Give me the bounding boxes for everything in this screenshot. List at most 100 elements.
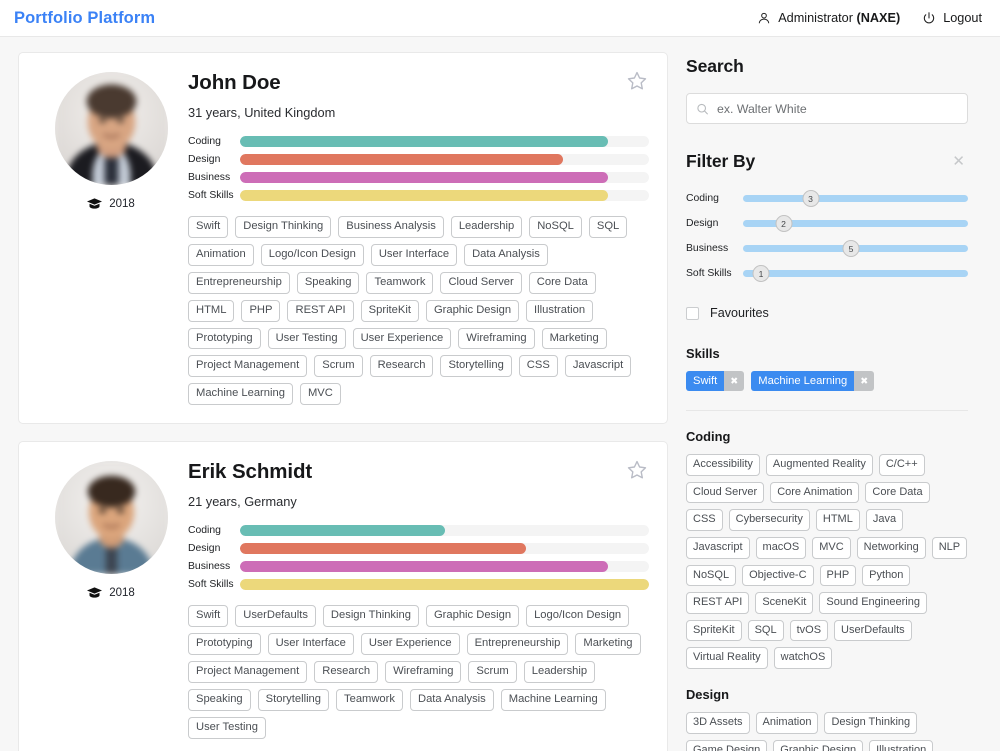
selected-skill-chip[interactable]: Machine Learning ✖ [751,371,875,391]
profile-tag[interactable]: Project Management [188,660,308,683]
skill-tag[interactable]: Game Design [686,739,768,751]
profile-tag[interactable]: Scrum [314,355,363,378]
skill-tag[interactable]: NLP [931,536,968,559]
filter-slider[interactable]: 3 [743,189,968,209]
skill-tag[interactable]: Python [862,564,911,587]
profile-tag[interactable]: Research [314,660,379,683]
skill-tag[interactable]: 3D Assets [686,712,750,734]
profile-tag[interactable]: NoSQL [529,216,582,238]
skill-tag[interactable]: HTML [815,509,860,531]
profile-tag[interactable]: Wireframing [385,660,462,683]
skill-tag[interactable]: Core Animation [770,481,860,504]
skill-tag[interactable]: Accessibility [686,454,760,476]
profile-tag[interactable]: Teamwork [336,688,403,711]
profile-tag[interactable]: Design Thinking [322,605,419,627]
profile-tag[interactable]: Leadership [523,660,596,683]
favourites-checkbox[interactable] [686,306,699,320]
slider-thumb[interactable]: 5 [842,240,860,257]
skill-tag[interactable]: Graphic Design [773,739,864,751]
skill-tag[interactable]: SpriteKit [686,619,742,642]
profile-card[interactable]: 2018 Erik Schmidt 21 years, Germany Codi… [18,441,668,751]
skill-tag[interactable]: Illustration [869,739,934,751]
skill-tag[interactable]: watchOS [773,647,833,670]
skill-tag[interactable]: Javascript [686,536,750,559]
favourite-star-icon[interactable] [625,458,649,482]
profile-tag[interactable]: Animation [188,243,254,266]
profile-tag[interactable]: Entrepreneurship [188,271,290,294]
profile-tag[interactable]: Javascript [564,355,632,378]
profile-tag[interactable]: Illustration [526,299,594,322]
slider-thumb[interactable]: 1 [752,265,770,282]
skill-tag[interactable]: tvOS [789,619,829,642]
profile-tag[interactable]: Speaking [296,271,360,294]
skill-tag[interactable]: Virtual Reality [686,647,768,670]
slider-thumb[interactable]: 3 [802,190,819,207]
selected-skill-chip[interactable]: Swift ✖ [686,371,745,391]
profile-tag[interactable]: User Experience [360,633,460,655]
remove-skill-icon[interactable]: ✖ [854,371,875,391]
skill-tag[interactable]: SQL [747,619,784,642]
search-input[interactable] [686,93,968,124]
profile-tag[interactable]: Marketing [541,327,607,350]
profile-tag[interactable]: Core Data [528,271,596,294]
profile-tag[interactable]: Prototyping [188,633,261,655]
skill-tag[interactable]: Animation [755,712,819,734]
logout-button[interactable]: Logout [922,11,982,25]
profile-tag[interactable]: User Experience [352,327,452,350]
skill-tag[interactable]: macOS [755,536,807,559]
profile-tag[interactable]: Prototyping [188,327,261,350]
profile-tag[interactable]: UserDefaults [235,605,316,627]
profile-tag[interactable]: SpriteKit [360,299,419,322]
skill-tag[interactable]: Cybersecurity [728,509,810,531]
profile-tag[interactable]: Machine Learning [188,383,293,406]
profile-tag[interactable]: Data Analysis [409,688,494,711]
profile-tag[interactable]: Business Analysis [338,216,444,238]
profile-tag[interactable]: HTML [188,299,235,322]
profile-tag[interactable]: Wireframing [458,327,535,350]
profile-tag[interactable]: Data Analysis [464,243,548,266]
skill-tag[interactable]: MVC [812,536,851,559]
profile-tag[interactable]: Project Management [188,355,308,378]
skill-tag[interactable]: Cloud Server [686,481,765,504]
skill-tag[interactable]: NoSQL [686,564,737,587]
profile-tag[interactable]: Leadership [450,216,523,238]
profile-tag[interactable]: Swift [188,216,229,238]
clear-filters-icon[interactable]: ✕ [949,152,968,171]
profile-tag[interactable]: Swift [188,605,229,627]
skill-tag[interactable]: Augmented Reality [765,454,873,476]
profile-tag[interactable]: Logo/Icon Design [260,243,364,266]
profile-tag[interactable]: Marketing [575,633,641,655]
profile-tag[interactable]: Scrum [468,660,517,683]
profile-tag[interactable]: Research [369,355,434,378]
profile-tag[interactable]: Speaking [188,688,251,711]
skill-tag[interactable]: Objective-C [742,564,814,587]
skill-tag[interactable]: Sound Engineering [819,592,927,614]
profile-tag[interactable]: PHP [241,299,281,322]
skill-tag[interactable]: Design Thinking [824,712,918,734]
skill-tag[interactable]: Java [865,509,904,531]
skill-tag[interactable]: UserDefaults [834,619,912,642]
profile-tag[interactable]: REST API [287,299,354,322]
profile-tag[interactable]: Design Thinking [235,216,332,238]
profile-tag[interactable]: Graphic Design [425,299,520,322]
skill-tag[interactable]: Networking [856,536,926,559]
skill-tag[interactable]: CSS [686,509,723,531]
profile-tag[interactable]: Entrepreneurship [466,633,569,655]
profile-card[interactable]: 2018 John Doe 31 years, United Kingdom C… [18,52,668,425]
profile-tag[interactable]: Graphic Design [425,605,520,627]
skill-tag[interactable]: PHP [819,564,857,587]
profile-tag[interactable]: MVC [299,383,341,406]
profile-tag[interactable]: Machine Learning [500,688,606,711]
skill-tag[interactable]: Core Data [865,481,930,504]
profile-tag[interactable]: Teamwork [366,271,434,294]
favourites-filter[interactable]: Favourites [686,306,968,320]
profile-tag[interactable]: User Testing [267,327,346,350]
filter-slider[interactable]: 5 [743,239,968,259]
filter-slider[interactable]: 1 [743,264,968,284]
profile-tag[interactable]: User Testing [188,716,266,739]
account-menu[interactable]: Administrator (NAXE) [757,11,900,25]
profile-tag[interactable]: Storytelling [440,355,512,378]
profile-tag[interactable]: Storytelling [257,688,329,711]
skill-tag[interactable]: C/C++ [878,454,925,476]
profile-tag[interactable]: Logo/Icon Design [526,605,630,627]
